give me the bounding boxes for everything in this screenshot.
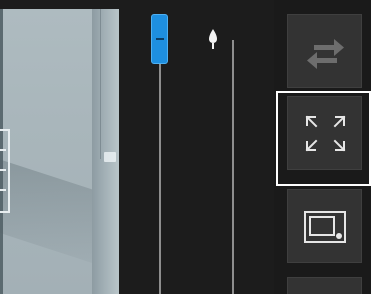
drop-icon[interactable]	[207, 28, 219, 50]
slider-grip	[156, 38, 164, 40]
primary-slider-track[interactable]	[159, 62, 161, 294]
image-preview[interactable]	[0, 9, 119, 294]
slider-area	[119, 0, 274, 294]
preview-pillar-line	[100, 9, 101, 159]
fit-screen-button[interactable]	[287, 96, 362, 170]
swap-button[interactable]	[287, 14, 362, 88]
secondary-slider-track[interactable]	[232, 40, 234, 294]
camera-control-panel	[0, 0, 371, 294]
frame-button[interactable]	[287, 189, 362, 263]
more-button[interactable]	[287, 277, 362, 294]
preview-glint	[104, 152, 116, 162]
swap-arrows-icon	[307, 39, 344, 69]
frame-icon	[304, 211, 346, 243]
fit-screen-icon	[305, 115, 346, 152]
right-toolbar	[274, 0, 371, 294]
preview-window-frame	[0, 129, 10, 213]
primary-slider-thumb[interactable]	[151, 14, 168, 64]
